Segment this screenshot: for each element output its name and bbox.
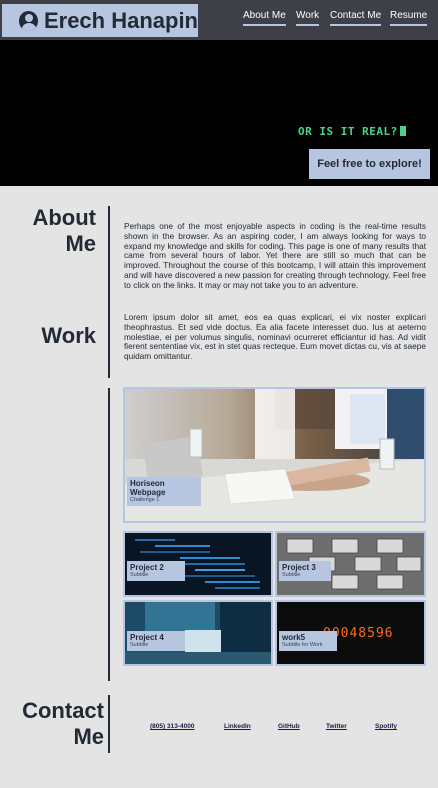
project-label: Project 2 Subtitle [127,561,185,581]
project-title: Project 4 [130,633,164,642]
nav-work[interactable]: Work [296,10,320,26]
project-card-horiseon[interactable]: Horiseon Webpage Challenge 1 [123,387,426,523]
user-avatar-icon [19,10,38,31]
brand[interactable]: Erech Hanapin [2,4,198,37]
contact-title: Contact Me [22,698,104,749]
phone-link[interactable]: (805) 313-4000 [150,723,194,730]
project-title: work5 [282,633,306,642]
nav-about-me[interactable]: About Me [243,10,286,26]
project-card-5[interactable]: 00048596 work5 Subtitle for Work [275,600,426,666]
contact-divider [108,695,110,753]
about-divider [108,206,110,378]
project-card-2[interactable]: Project 2 Subtitle [123,531,273,597]
project-subtitle: Subtitle for Work [282,642,323,648]
lorem-paragraph: Lorem ipsum dolor sit amet, eos ea quas … [124,312,426,362]
project-subtitle: Subtitle [130,642,149,648]
hero-terminal-text: OR IS IT REAL? [298,125,406,138]
project-label: work5 Subtitle for Work [279,631,337,651]
nav-contact-me[interactable]: Contact Me [330,10,382,26]
project-subtitle: Challenge 1 [130,497,160,503]
project-subtitle: Subtitle [130,572,149,578]
project-label: Project 4 Subtitle [127,631,185,651]
nav-resume[interactable]: Resume [390,10,428,26]
project-title: Project 3 [282,563,316,572]
site-header: Erech Hanapin About Me Work Contact Me R… [0,0,438,40]
project-label: Horiseon Webpage Challenge 1 [127,477,201,506]
project-title: Project 2 [130,563,164,572]
project-card-4[interactable]: Project 4 Subtitle [123,600,273,666]
terminal-cursor-icon [399,126,406,136]
work-title: Work [41,323,96,348]
project-title: Horiseon Webpage [130,479,166,497]
site-name: Erech Hanapin [43,7,198,33]
twitter-link[interactable]: Twitter [326,723,347,730]
about-title: About Me [32,205,96,256]
project-subtitle: Subtitle [282,572,301,578]
project-card-3[interactable]: Project 3 Subtitle [275,531,426,597]
project-label: Project 3 Subtitle [279,561,331,581]
github-link[interactable]: GitHub [278,723,300,730]
about-paragraph: Perhaps one of the most enjoyable aspect… [124,221,426,290]
work-divider [108,388,110,681]
hero-banner: OR IS IT REAL? Feel free to explore! [0,40,438,186]
linkedin-link[interactable]: LinkedIn [224,723,251,730]
spotify-link[interactable]: Spotify [375,723,397,730]
explore-button[interactable]: Feel free to explore! [309,149,430,179]
